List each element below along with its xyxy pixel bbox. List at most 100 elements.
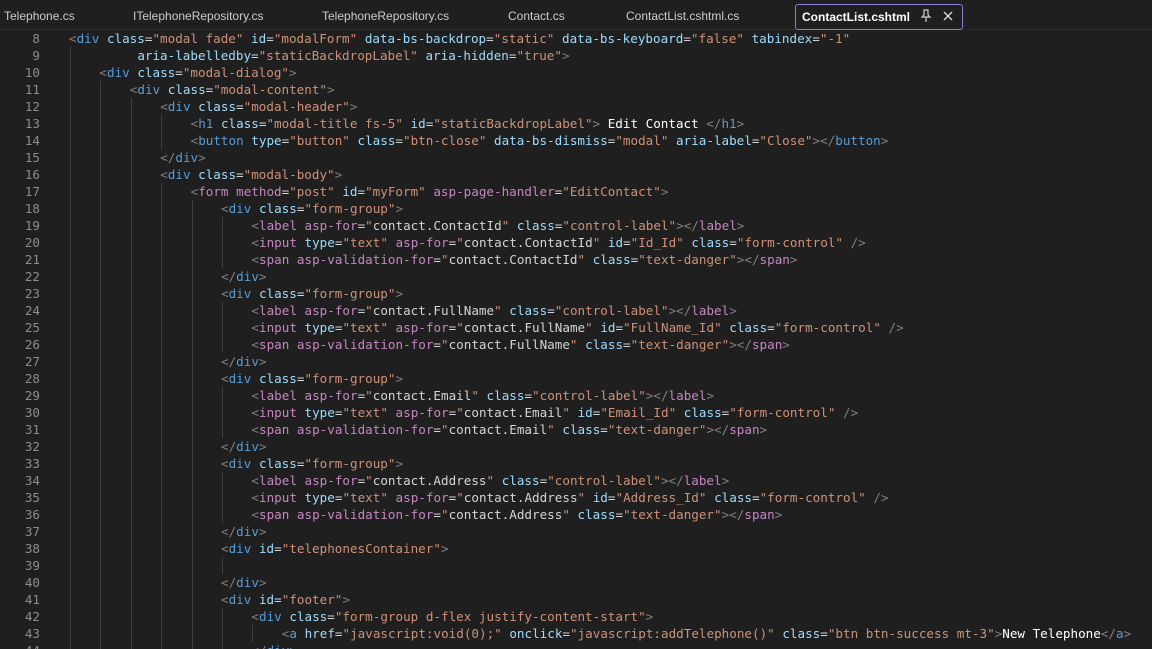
code-line[interactable]: 19 <label asp-for="contact.ContactId" cla… (0, 217, 1152, 234)
code-token: input (258, 320, 297, 335)
code-line[interactable]: 29 <label asp-for="contact.Email" class="… (0, 387, 1152, 404)
indent-guide (70, 251, 71, 268)
code-token: class (683, 405, 722, 420)
tab-contact-cs[interactable]: Contact.cs (508, 3, 565, 29)
indent-guide (161, 132, 163, 149)
code-line[interactable]: 41 <div id="footer"> (0, 591, 1152, 608)
code-token: "text-danger" (623, 507, 722, 522)
tab-itelephonerepository-cs[interactable]: ITelephoneRepository.cs (133, 3, 264, 29)
code-line[interactable]: 18 <div class="form-group"> (0, 200, 1152, 217)
code-token: = (683, 31, 691, 46)
code-line[interactable]: 24 <label asp-for="contact.FullName" clas… (0, 302, 1152, 319)
code-token: class (577, 507, 616, 522)
code-token: id (410, 116, 426, 131)
code-token: "modal-body" (243, 167, 335, 182)
code-token: id (251, 31, 267, 46)
code-token: "true" (516, 48, 562, 63)
line-number: 42 (24, 609, 40, 624)
indent-guide (70, 81, 71, 98)
indent-guide (161, 336, 163, 353)
tab-telephone-cs[interactable]: Telephone.cs (4, 3, 75, 29)
code-line[interactable]: 44 </div> (0, 642, 1152, 649)
code-token: h1 (721, 116, 737, 131)
code-line[interactable]: 14 <button type="button" class="btn-close… (0, 132, 1152, 149)
code-line[interactable]: 39 (0, 557, 1152, 574)
code-line[interactable]: 40 </div> (0, 574, 1152, 591)
code-token: " (456, 235, 464, 250)
code-line[interactable]: 13 <h1 class="modal-title fs-5" id="stati… (0, 115, 1152, 132)
indent-guide (222, 336, 223, 353)
code-text: <span asp-validation-for="contact.Addres… (251, 506, 782, 523)
code-token: "form-group" (304, 201, 396, 216)
code-text: <div class="form-group"> (221, 455, 403, 472)
code-line[interactable]: 11 <div class="modal-content"> (0, 81, 1152, 98)
line-number: 34 (24, 473, 40, 488)
code-line[interactable]: 31 <span asp-validation-for="contact.Emai… (0, 421, 1152, 438)
code-line[interactable]: 10 <div class="modal-dialog"> (0, 64, 1152, 81)
indent-guide (222, 217, 223, 234)
code-line[interactable]: 32 </div> (0, 438, 1152, 455)
code-line[interactable]: 30 <input type="text" asp-for="contact.Em… (0, 404, 1152, 421)
code-line[interactable]: 16 <div class="modal-body"> (0, 166, 1152, 183)
code-line[interactable]: 43 <a href="javascript:void(0);" onclick=… (0, 625, 1152, 642)
code-line[interactable]: 34 <label asp-for="contact.Address" class… (0, 472, 1152, 489)
indent-guide (222, 472, 223, 489)
tab-telephonerepository-cs[interactable]: TelephoneRepository.cs (322, 3, 449, 29)
indent-guide (222, 489, 223, 506)
code-line[interactable]: 25 <input type = "text" asp-for = "contact.Fu… (0, 319, 1152, 336)
code-editor[interactable]: 8 <div class="modal fade" id="modalForm" … (0, 30, 1152, 649)
indent-guide (191, 506, 193, 523)
code-token: class (714, 490, 752, 505)
code-line[interactable]: 37 </div> (0, 523, 1152, 540)
close-icon[interactable] (942, 5, 954, 29)
indent-guide (191, 591, 193, 608)
code-line[interactable]: 35 <input type="text" asp-for="contact.Ad… (0, 489, 1152, 506)
line-number: 36 (24, 507, 40, 522)
code-token: > (782, 337, 790, 352)
code-line[interactable]: 27 </div> (0, 353, 1152, 370)
code-token: class (258, 371, 297, 386)
code-line[interactable]: 26 <span asp-validation-for="contact.Full… (0, 336, 1152, 353)
code-token: </ (251, 643, 266, 649)
indent-guide (100, 98, 102, 115)
code-line[interactable]: 22 </div> (0, 268, 1152, 285)
indent-guide (222, 421, 223, 438)
tab-contactlist-cshtml[interactable]: ContactList.cshtml (795, 4, 964, 30)
code-token: /> (888, 320, 904, 335)
pin-icon[interactable] (920, 5, 932, 29)
tab-label: Telephone.cs (4, 9, 75, 23)
line-number: 32 (24, 439, 40, 454)
code-line[interactable]: 33 <div class="form-group"> (0, 455, 1152, 472)
indent-guide (161, 540, 163, 557)
code-line[interactable]: 9 aria-labelledby="staticBackdropLabel" … (0, 47, 1152, 64)
tab-contactlist-cshtml-cs[interactable]: ContactList.cshtml.cs (626, 3, 739, 29)
code-line[interactable]: 8 <div class="modal fade" id="modalForm" … (0, 30, 1152, 47)
code-line[interactable]: 20 <input type = "text" asp-for = "contact.Co… (0, 234, 1152, 251)
indent-guide (161, 370, 163, 387)
code-line[interactable]: 42 <div class="form-group d-flex justify-… (0, 608, 1152, 625)
code-text: <label asp-for="contact.ContactId" class… (251, 217, 744, 234)
indent-guide (70, 149, 71, 166)
code-token: onclick (509, 626, 563, 641)
code-line[interactable]: 15 </div> (0, 149, 1152, 166)
indent-guide (70, 625, 71, 642)
code-token: "staticBackdropLabel" (258, 48, 418, 63)
code-line[interactable]: 38 <div id="telephonesContainer"> (0, 540, 1152, 557)
code-line[interactable]: 12 <div class="modal-header"> (0, 98, 1152, 115)
code-line[interactable]: 28 <div class="form-group"> (0, 370, 1152, 387)
code-line[interactable]: 23 <div class="form-group"> (0, 285, 1152, 302)
code-token: span (729, 422, 760, 437)
code-line[interactable]: 17 <form method="post" id="myForm" asp-pa… (0, 183, 1152, 200)
code-line[interactable]: 36 <span asp-validation-for="contact.Addr… (0, 506, 1152, 523)
code-token: "modal-dialog" (182, 65, 289, 80)
code-line[interactable]: 21 <span asp-validation-for="contact.Cont… (0, 251, 1152, 268)
code-token: input (258, 490, 297, 505)
